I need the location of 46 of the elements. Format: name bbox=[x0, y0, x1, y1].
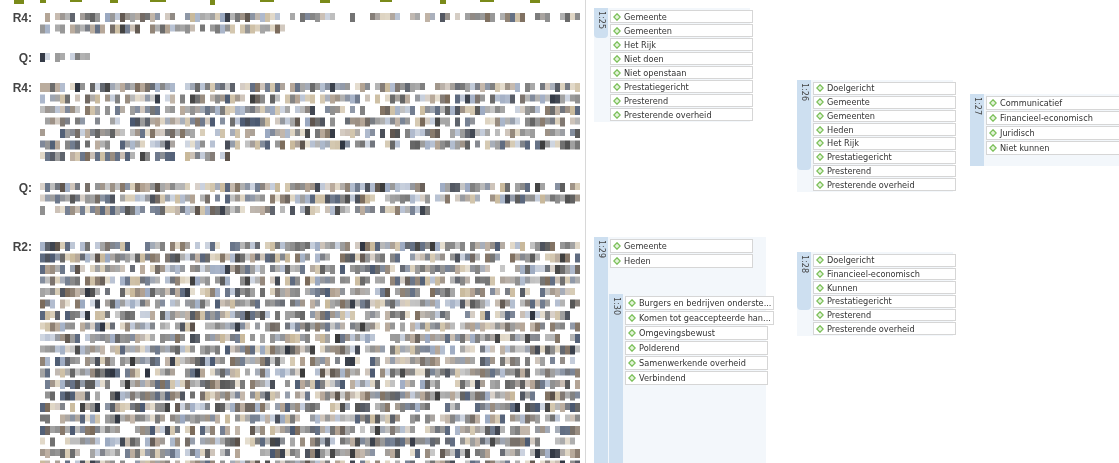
code-tag[interactable]: Samenwerkende overheid bbox=[625, 356, 768, 370]
quotation-bar[interactable]: 1:26 bbox=[797, 80, 811, 170]
quotation-bar[interactable]: 1:30 bbox=[609, 294, 623, 463]
code-tag[interactable]: Presterend bbox=[813, 164, 956, 178]
speaker-label: Q: bbox=[17, 51, 32, 65]
code-tag[interactable]: Gemeente bbox=[813, 95, 956, 109]
code-tag[interactable]: Juridisch bbox=[986, 126, 1119, 140]
code-tag[interactable]: Presterend bbox=[813, 308, 956, 322]
code-tag[interactable]: Prestatiegericht bbox=[813, 295, 956, 308]
code-tag[interactable]: Niet doen bbox=[610, 52, 753, 65]
code-tag[interactable]: Prestatiegericht bbox=[813, 150, 956, 164]
code-tag[interactable]: Gemeente bbox=[610, 10, 753, 23]
code-tag[interactable]: Het Rijk bbox=[813, 137, 956, 150]
code-tag[interactable]: Heden bbox=[610, 254, 753, 268]
code-tag[interactable]: Doelgericht bbox=[813, 254, 956, 267]
code-tag[interactable]: Prestatiegericht bbox=[610, 80, 753, 93]
code-tag[interactable]: Polderend bbox=[625, 341, 768, 355]
quotation-bar[interactable]: 1:25 bbox=[594, 8, 608, 38]
code-tag[interactable]: Komen tot geaccepteerde han... bbox=[625, 311, 774, 325]
code-tag[interactable]: Burgers en bedrijven onderste... bbox=[625, 296, 775, 310]
code-tag[interactable]: Omgevingsbewust bbox=[625, 326, 768, 340]
code-tag[interactable]: Communicatief bbox=[986, 96, 1119, 110]
speaker-label: R4: bbox=[11, 11, 32, 27]
speaker-label: Q: bbox=[17, 181, 32, 197]
speaker-label: R4: bbox=[11, 81, 32, 97]
quotation-bar[interactable]: 1:28 bbox=[797, 252, 811, 310]
speaker-label: R2: bbox=[11, 240, 32, 256]
code-tag[interactable]: Heden bbox=[813, 123, 956, 136]
quotation-bar[interactable]: 1:29 bbox=[594, 237, 608, 463]
code-tag[interactable]: Gemeente bbox=[610, 239, 753, 253]
code-tag[interactable]: Niet kunnen bbox=[986, 141, 1119, 155]
quotation-bar[interactable]: 1:27 bbox=[970, 94, 984, 166]
code-tag[interactable]: Presterende overheid bbox=[813, 322, 956, 336]
code-tag[interactable]: Financieel-economisch bbox=[813, 267, 956, 281]
code-tag[interactable]: Niet openstaan bbox=[610, 66, 753, 79]
code-tag[interactable]: Doelgericht bbox=[813, 82, 956, 95]
code-tag[interactable]: Presterende overheid bbox=[610, 108, 753, 121]
code-tag[interactable]: Het Rijk bbox=[610, 38, 753, 51]
code-tag[interactable]: Kunnen bbox=[813, 281, 956, 294]
code-tag[interactable]: Presterende overheid bbox=[813, 178, 956, 191]
code-tag[interactable]: Verbindend bbox=[625, 371, 768, 385]
code-tag[interactable]: Presterend bbox=[610, 94, 753, 107]
pixelated-text-drawing bbox=[40, 51, 90, 63]
code-tag[interactable]: Financieel-economisch bbox=[986, 111, 1119, 125]
code-tag[interactable]: Gemeenten bbox=[610, 24, 753, 37]
code-tag[interactable]: Gemeenten bbox=[813, 109, 956, 123]
